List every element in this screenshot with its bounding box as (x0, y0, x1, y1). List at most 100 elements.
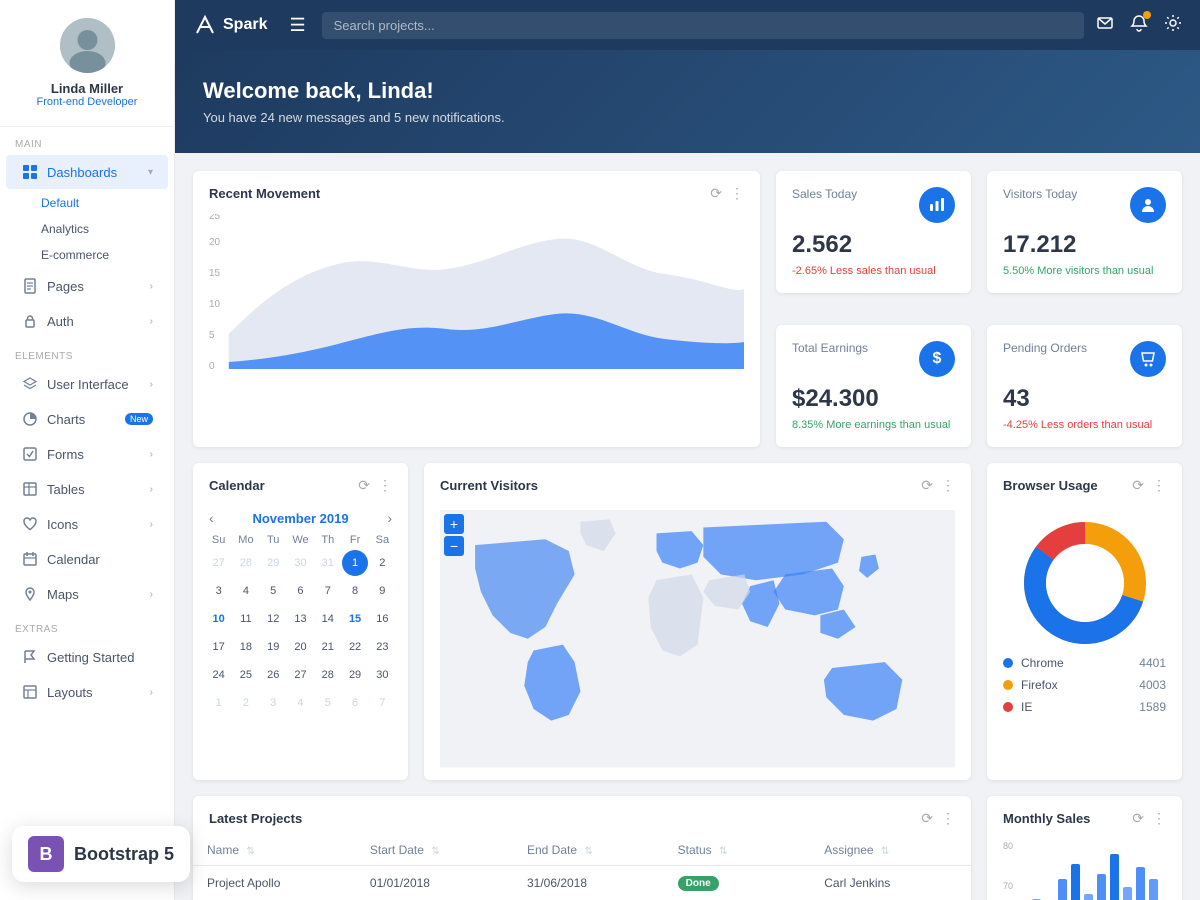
cal-day[interactable]: 9 (369, 578, 395, 604)
sidebar-item-getting-started[interactable]: Getting Started (6, 640, 168, 674)
svg-text:5: 5 (209, 330, 215, 341)
cal-day[interactable]: 31 (315, 550, 341, 576)
map-more-icon[interactable]: ⋮ (941, 477, 955, 494)
sort-name-icon[interactable]: ⇅ (246, 846, 254, 857)
cal-day[interactable]: 1 (206, 690, 232, 716)
layers-icon (21, 375, 39, 393)
cal-day[interactable]: 3 (260, 690, 286, 716)
bootstrap-badge: B Bootstrap 5 (12, 826, 190, 882)
cal-day[interactable]: 8 (342, 578, 368, 604)
settings-icon[interactable] (1164, 14, 1182, 37)
sort-status-icon[interactable]: ⇅ (719, 846, 727, 857)
map-header: Current Visitors ⟳ ⋮ (424, 463, 971, 502)
cal-day[interactable]: 2 (369, 550, 395, 576)
sidebar-item-icons[interactable]: Icons › (6, 507, 168, 541)
cal-day[interactable]: 21 (315, 634, 341, 660)
cal-day[interactable]: 20 (287, 634, 313, 660)
cal-day[interactable]: 30 (287, 550, 313, 576)
cal-day[interactable]: 6 (342, 690, 368, 716)
cal-day[interactable]: 4 (233, 578, 259, 604)
cal-day[interactable]: 5 (315, 690, 341, 716)
cal-refresh-icon[interactable]: ⟳ (358, 477, 370, 494)
monthly-refresh-icon[interactable]: ⟳ (1132, 810, 1144, 827)
cal-day[interactable]: 28 (315, 662, 341, 688)
cal-day[interactable]: 19 (260, 634, 286, 660)
firefox-name: Firefox (1021, 678, 1058, 692)
cal-day-today[interactable]: 1 (342, 550, 368, 576)
cal-day[interactable]: 14 (315, 606, 341, 632)
search-input[interactable] (322, 12, 1084, 39)
map-zoom-in-button[interactable]: + (444, 514, 464, 534)
cal-day[interactable]: 26 (260, 662, 286, 688)
map-zoom-out-button[interactable]: − (444, 536, 464, 556)
sort-start-icon[interactable]: ⇅ (431, 846, 439, 857)
cal-next-arrow[interactable]: › (387, 510, 392, 526)
sidebar-item-tables[interactable]: Tables › (6, 472, 168, 506)
cal-more-icon[interactable]: ⋮ (378, 477, 392, 494)
sidebar-item-charts[interactable]: Charts New (6, 402, 168, 436)
cal-day[interactable]: 16 (369, 606, 395, 632)
sort-assignee-icon[interactable]: ⇅ (881, 846, 889, 857)
projects-more-icon[interactable]: ⋮ (941, 810, 955, 827)
cal-day[interactable]: 17 (206, 634, 232, 660)
browser-card: Browser Usage ⟳ ⋮ (987, 463, 1182, 780)
cal-day[interactable]: 29 (260, 550, 286, 576)
sort-end-icon[interactable]: ⇅ (584, 846, 592, 857)
cal-day[interactable]: 13 (287, 606, 313, 632)
col-start: Start Date ⇅ (356, 835, 513, 866)
stat-sales-icon (919, 187, 955, 223)
calendar-icon (21, 550, 39, 568)
cal-day[interactable]: 30 (369, 662, 395, 688)
svg-text:10: 10 (209, 299, 220, 310)
mail-icon[interactable] (1096, 14, 1114, 37)
cal-days-header: Su Mo Tu We Th Fr Sa (205, 534, 396, 546)
svg-text:0: 0 (209, 361, 215, 372)
stat-card-visitors: Visitors Today 17.212 5.50% More visitor… (987, 171, 1182, 293)
cal-day[interactable]: 18 (233, 634, 259, 660)
sidebar-sub-default[interactable]: Default (0, 190, 174, 216)
cal-day[interactable]: 4 (287, 690, 313, 716)
cal-day[interactable]: 27 (206, 550, 232, 576)
sidebar-item-forms[interactable]: Forms › (6, 437, 168, 471)
cal-day[interactable]: 7 (315, 578, 341, 604)
sidebar-sub-ecommerce[interactable]: E-commerce (0, 242, 174, 268)
cal-day[interactable]: 23 (369, 634, 395, 660)
cal-day[interactable]: 15 (342, 606, 368, 632)
sidebar-item-calendar[interactable]: Calendar (6, 542, 168, 576)
cal-day[interactable]: 10 (206, 606, 232, 632)
refresh-icon[interactable]: ⟳ (710, 185, 722, 202)
sidebar-item-dashboards[interactable]: Dashboards ▾ (6, 155, 168, 189)
monthly-more-icon[interactable]: ⋮ (1152, 810, 1166, 827)
cal-day[interactable]: 25 (233, 662, 259, 688)
cal-day[interactable]: 28 (233, 550, 259, 576)
cal-day[interactable]: 7 (369, 690, 395, 716)
browser-refresh-icon[interactable]: ⟳ (1132, 477, 1144, 494)
check-square-icon (21, 445, 39, 463)
cal-day[interactable]: 6 (287, 578, 313, 604)
projects-header: Latest Projects ⟳ ⋮ (193, 796, 971, 835)
sidebar-item-ui[interactable]: User Interface › (6, 367, 168, 401)
more-icon[interactable]: ⋮ (730, 185, 744, 202)
projects-refresh-icon[interactable]: ⟳ (921, 810, 933, 827)
sidebar-item-maps[interactable]: Maps › (6, 577, 168, 611)
cal-day[interactable]: 24 (206, 662, 232, 688)
sidebar-sub-analytics[interactable]: Analytics (0, 216, 174, 242)
cal-prev-arrow[interactable]: ‹ (209, 510, 214, 526)
sidebar-item-pages[interactable]: Pages › (6, 269, 168, 303)
hamburger-button[interactable]: ☰ (289, 15, 305, 36)
cal-day[interactable]: 3 (206, 578, 232, 604)
monthly-sales-header: Monthly Sales ⟳ ⋮ (987, 796, 1182, 835)
cal-day[interactable]: 12 (260, 606, 286, 632)
avatar (60, 18, 115, 73)
cal-day[interactable]: 5 (260, 578, 286, 604)
sidebar-item-auth[interactable]: Auth › (6, 304, 168, 338)
map-refresh-icon[interactable]: ⟳ (921, 477, 933, 494)
cal-day[interactable]: 11 (233, 606, 259, 632)
notification-icon[interactable] (1130, 14, 1148, 37)
cal-day[interactable]: 27 (287, 662, 313, 688)
browser-more-icon[interactable]: ⋮ (1152, 477, 1166, 494)
sidebar-item-layouts[interactable]: Layouts › (6, 675, 168, 709)
cal-day[interactable]: 2 (233, 690, 259, 716)
cal-day[interactable]: 22 (342, 634, 368, 660)
cal-day[interactable]: 29 (342, 662, 368, 688)
